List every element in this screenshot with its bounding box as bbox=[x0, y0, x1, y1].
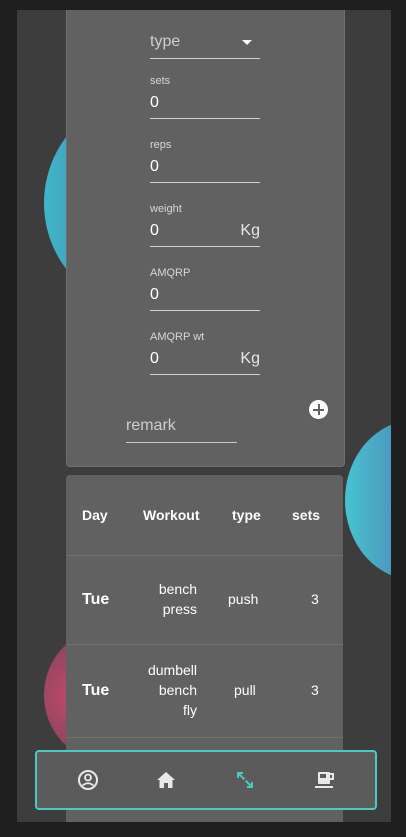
sets-field[interactable]: sets 0 bbox=[150, 74, 260, 119]
row-workout: dumbell bench fly bbox=[148, 660, 197, 720]
weight-input[interactable]: 0 bbox=[150, 222, 159, 240]
weight-unit: Kg bbox=[240, 222, 260, 239]
swap-arrows-icon[interactable] bbox=[230, 765, 260, 795]
weight-field[interactable]: weight 0 Kg bbox=[150, 202, 260, 247]
amqrp-wt-field[interactable]: AMQRP wt 0 Kg bbox=[150, 330, 260, 375]
table-row[interactable]: Tue bench press push 3 bbox=[66, 556, 343, 645]
reps-label: reps bbox=[150, 139, 172, 151]
coffee-icon[interactable] bbox=[309, 765, 339, 795]
sets-input[interactable]: 0 bbox=[150, 94, 159, 112]
header-workout: Workout bbox=[143, 507, 200, 523]
amqrp-wt-unit: Kg bbox=[240, 350, 260, 367]
row-day: Tue bbox=[82, 682, 110, 699]
type-select[interactable]: type bbox=[150, 28, 260, 59]
sets-label: sets bbox=[150, 75, 171, 87]
workout-line: dumbell bbox=[147, 662, 197, 678]
row-type: pull bbox=[234, 682, 256, 698]
row-sets: 3 bbox=[311, 682, 319, 698]
header-sets: sets bbox=[292, 507, 321, 523]
row-day: Tue bbox=[82, 591, 110, 608]
amqrp-label: AMQRP bbox=[150, 267, 191, 279]
bottom-nav bbox=[35, 750, 377, 810]
header-day: Day bbox=[82, 507, 108, 523]
row-type: push bbox=[228, 591, 259, 607]
amqrp-input[interactable]: 0 bbox=[150, 286, 159, 304]
amqrp-wt-label: AMQRP wt bbox=[150, 331, 205, 343]
weight-label: weight bbox=[150, 203, 182, 215]
account-icon[interactable] bbox=[73, 765, 103, 795]
amqrp-field[interactable]: AMQRP 0 bbox=[150, 266, 260, 311]
table-row[interactable]: Tue dumbell bench fly pull 3 bbox=[66, 645, 343, 738]
header-type: type bbox=[232, 507, 261, 523]
reps-input[interactable]: 0 bbox=[150, 158, 159, 176]
workout-line: press bbox=[162, 601, 197, 617]
table-header-row: Day Workout type sets bbox=[66, 475, 343, 556]
remark-field[interactable]: remark bbox=[126, 412, 237, 443]
home-icon[interactable] bbox=[151, 765, 181, 795]
workout-line: bench bbox=[158, 581, 197, 597]
workout-line: fly bbox=[183, 702, 197, 718]
row-workout: bench press bbox=[159, 579, 197, 619]
decorative-blob bbox=[345, 420, 391, 580]
row-sets: 3 bbox=[311, 591, 319, 607]
dropdown-arrow-icon bbox=[242, 40, 252, 45]
workout-form: type sets 0 reps 0 weight 0 Kg AMQRP 0 A… bbox=[66, 10, 345, 467]
amqrp-wt-input[interactable]: 0 bbox=[150, 350, 159, 368]
app-screen: type sets 0 reps 0 weight 0 Kg AMQRP 0 A… bbox=[17, 10, 391, 822]
reps-field[interactable]: reps 0 bbox=[150, 138, 260, 183]
add-plus-icon[interactable] bbox=[309, 400, 328, 419]
remark-placeholder: remark bbox=[126, 417, 176, 434]
type-placeholder: type bbox=[150, 33, 181, 50]
workout-line: bench bbox=[158, 682, 197, 698]
